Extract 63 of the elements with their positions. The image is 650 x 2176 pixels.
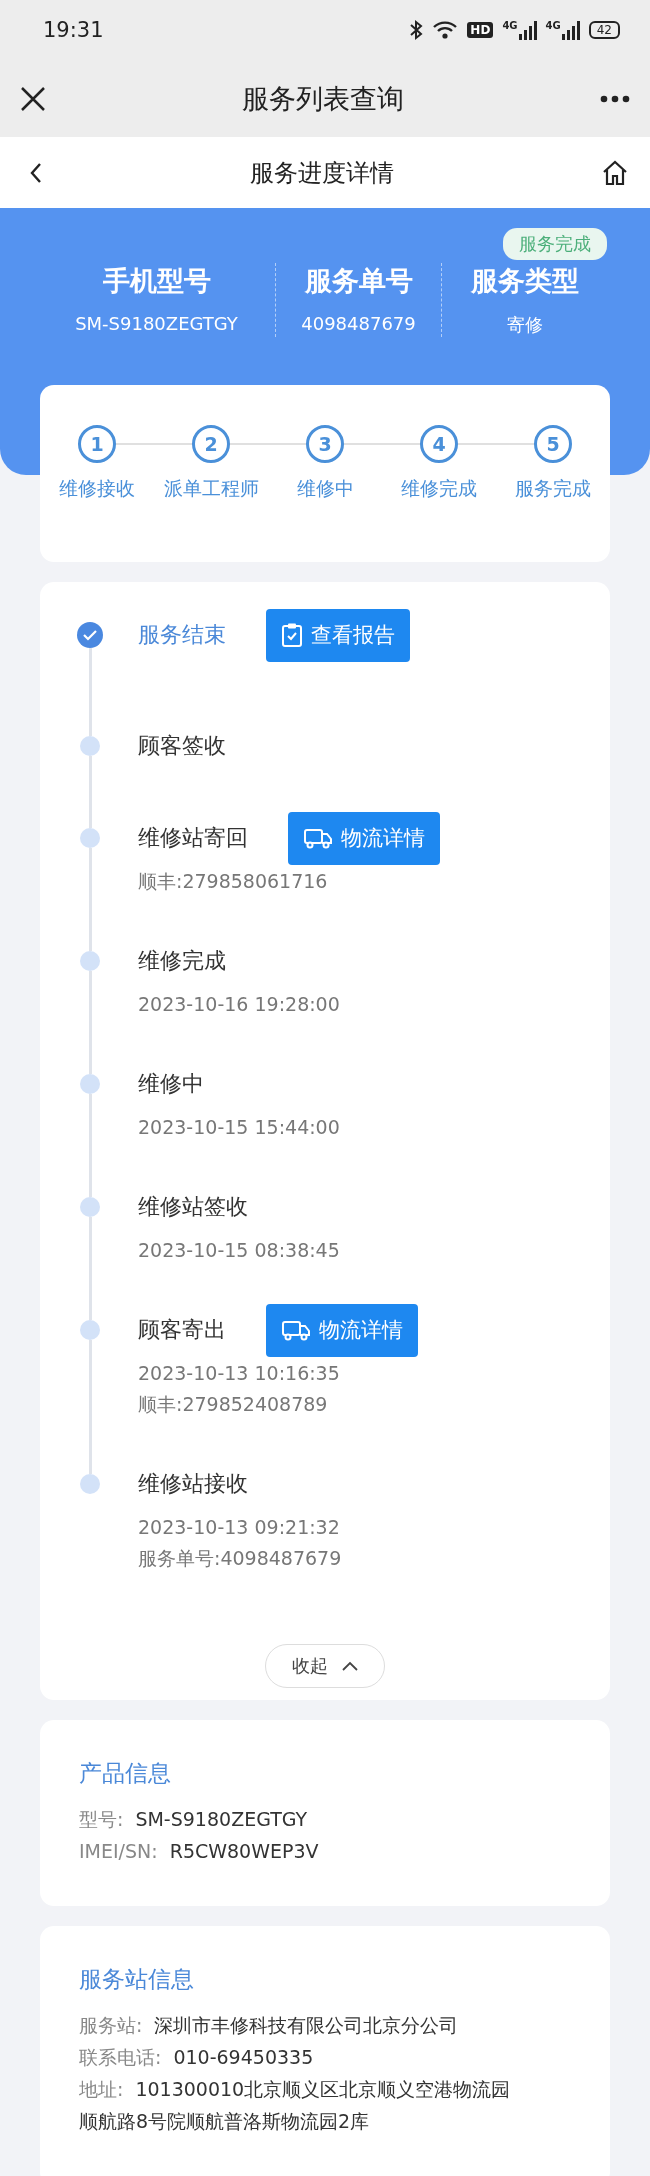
column-heading: 手机型号 — [102, 264, 211, 298]
signal-icon — [561, 20, 580, 40]
step-label: 维修中 — [296, 477, 354, 501]
event-title: 维修站寄回 — [138, 824, 248, 852]
event-detail: 2023-10-16 19:28:00 — [138, 992, 341, 1017]
step-number: 4 — [420, 425, 458, 463]
step-label: 维修接收 — [59, 477, 135, 501]
section-title: 服务站信息 — [79, 1965, 195, 1994]
home-icon[interactable] — [602, 159, 628, 186]
network-label: 4G — [545, 20, 561, 31]
status-time: 19:31 — [43, 18, 104, 42]
step-label: 服务完成 — [515, 477, 591, 501]
event-title: 服务结束 — [138, 621, 226, 649]
event-detail: 顺丰:279852408789 — [138, 1392, 329, 1417]
more-icon[interactable] — [600, 94, 630, 103]
truck-icon — [303, 826, 333, 850]
event-title: 维修完成 — [138, 947, 226, 975]
bluetooth-icon — [409, 19, 424, 41]
column-value: SM-S9180ZEGTGY — [75, 313, 238, 334]
event-title: 顾客寄出 — [138, 1316, 226, 1344]
collapse-button[interactable]: 收起 — [265, 1644, 385, 1688]
network-label: 4G — [502, 20, 518, 31]
step-number: 1 — [78, 425, 116, 463]
info-row-text: 地址: 101300010北京顺义区北京顺义空港物流园顺航路8号院顺航普洛斯物流园2库 — [79, 2077, 512, 2134]
info-row-text: 联系电话: 010-69450335 — [79, 2045, 315, 2070]
column-value: 4098487679 — [301, 313, 416, 334]
window-title: 服务列表查询 — [242, 81, 404, 116]
hd-indicator: HD — [467, 22, 494, 38]
signal-icon — [518, 20, 537, 40]
step-number: 2 — [192, 425, 230, 463]
info-row-text: 服务站: 深圳市丰修科技有限公司北京分公司 — [79, 2013, 460, 2038]
truck-icon — [281, 1318, 311, 1342]
event-title: 维修站签收 — [138, 1193, 248, 1221]
chevron-up-icon — [342, 1661, 358, 1671]
event-title: 维修中 — [138, 1070, 204, 1098]
logistics-button[interactable]: 物流详情 — [266, 1303, 418, 1357]
event-detail: 2023-10-13 10:16:35 — [138, 1361, 341, 1386]
step-number: 3 — [306, 425, 344, 463]
step-number: 5 — [534, 425, 572, 463]
event-detail: 服务单号:4098487679 — [138, 1546, 343, 1571]
column-heading: 服务单号 — [304, 264, 413, 298]
info-row-text: IMEI/SN: R5CW80WEP3V — [79, 1839, 320, 1864]
event-title: 顾客签收 — [138, 732, 226, 760]
event-detail: 2023-10-15 08:38:45 — [138, 1238, 341, 1263]
page-title: 服务进度详情 — [250, 157, 394, 189]
event-detail: 2023-10-13 09:21:32 — [138, 1515, 341, 1540]
event-detail: 2023-10-15 15:44:00 — [138, 1115, 341, 1140]
step-label: 派单工程师 — [163, 477, 259, 501]
info-row-text: 型号: SM-S9180ZEGTGY — [79, 1807, 309, 1832]
event-title: 维修站接收 — [138, 1470, 248, 1498]
section-title: 产品信息 — [79, 1759, 172, 1788]
wifi-icon — [432, 20, 459, 40]
report-button[interactable]: 查看报告 — [266, 608, 410, 662]
clipboard-icon — [281, 622, 303, 648]
event-detail: 顺丰:279858061716 — [138, 869, 329, 894]
logistics-button[interactable]: 物流详情 — [288, 811, 440, 865]
step-label: 维修完成 — [401, 477, 477, 501]
status-badge: 服务完成 — [503, 228, 607, 260]
back-icon[interactable] — [30, 161, 42, 184]
column-value: 寄修 — [506, 313, 543, 337]
battery-level: 42 — [588, 21, 620, 39]
column-heading: 服务类型 — [470, 264, 579, 298]
close-icon[interactable] — [20, 85, 46, 112]
